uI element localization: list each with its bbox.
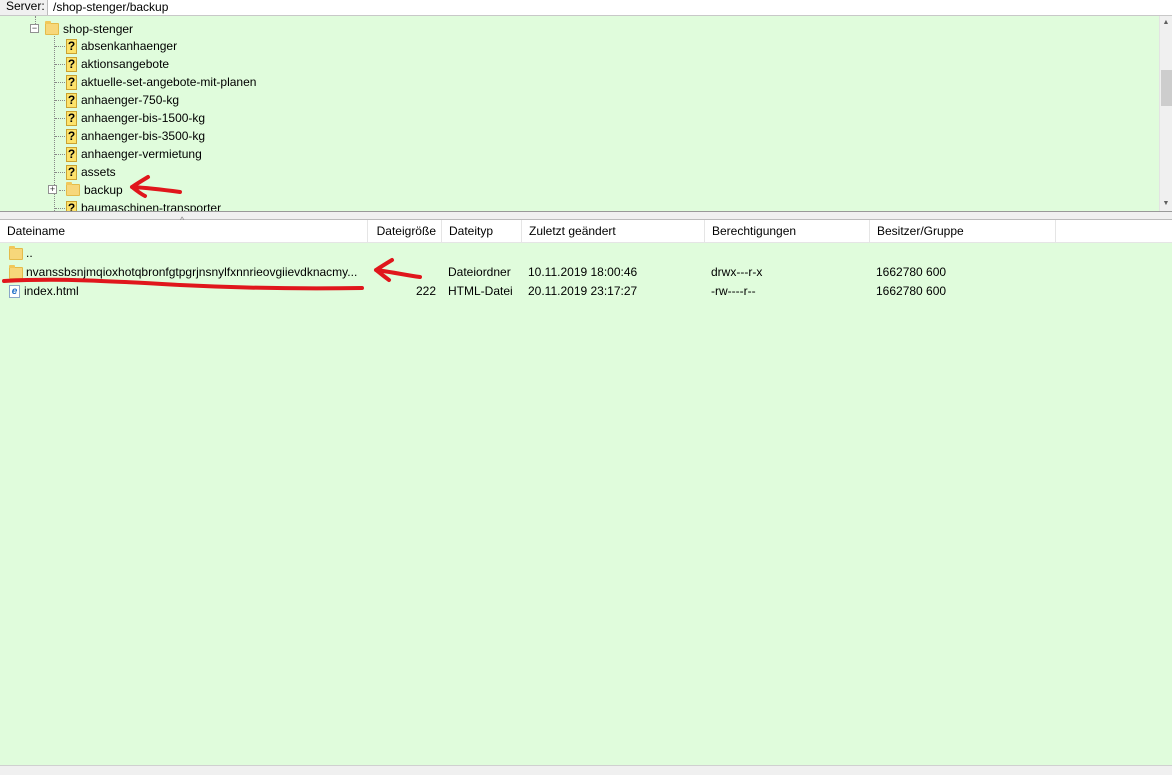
column-header-filename[interactable]: Dateiname	[0, 220, 368, 243]
tree-item-label: anhaenger-vermietung	[81, 147, 202, 161]
column-header-modified[interactable]: Zuletzt geändert	[522, 220, 705, 243]
folder-icon	[9, 264, 23, 279]
tree-item-baumaschinen-transporter[interactable]: ? baumaschinen-transporter	[66, 199, 222, 212]
folder-icon	[45, 21, 59, 35]
column-header-filesize[interactable]: Dateigröße	[368, 220, 442, 243]
unknown-folder-icon: ?	[66, 146, 77, 162]
tree-item-absenkanhaenger[interactable]: ? absenkanhaenger	[66, 37, 177, 55]
file-row-folder[interactable]: nvanssbsnjmqioxhotqbronfgtpgrjnsnylfxnnr…	[0, 263, 1172, 282]
unknown-folder-icon: ?	[66, 92, 77, 108]
tree-item-anhaenger-750-kg[interactable]: ? anhaenger-750-kg	[66, 91, 179, 109]
unknown-folder-icon: ?	[66, 38, 77, 54]
tree-item-aktuelle-set-angebote[interactable]: ? aktuelle-set-angebote-mit-planen	[66, 73, 256, 91]
file-type: Dateiordner	[448, 265, 511, 279]
unknown-folder-icon: ?	[66, 56, 77, 72]
tree-item-label: shop-stenger	[63, 22, 134, 36]
unknown-folder-icon: ?	[66, 128, 77, 144]
unknown-folder-icon: ?	[66, 200, 77, 211]
expand-toggle-icon[interactable]: +	[48, 185, 57, 194]
tree-item-label: absenkanhaenger	[81, 39, 178, 53]
tree-item-label: backup	[84, 183, 123, 197]
remote-directory-tree: − shop-stenger ? absenkanhaenger ? aktio…	[0, 15, 1172, 212]
file-list-header: ^ Dateiname Dateigröße Dateityp Zuletzt …	[0, 215, 1172, 243]
tree-item-label: assets	[81, 165, 116, 179]
tree-item-label: aktuelle-set-angebote-mit-planen	[81, 75, 257, 89]
tree-item-label: anhaenger-750-kg	[81, 93, 180, 107]
file-permissions: drwx---r-x	[711, 265, 763, 279]
server-path-label: Server:	[0, 0, 48, 15]
tree-item-shop-stenger[interactable]: shop-stenger	[45, 20, 133, 38]
server-path-input[interactable]: /shop-stenger/backup	[49, 0, 1172, 15]
column-header-filetype[interactable]: Dateityp	[442, 220, 522, 243]
scrollbar-thumb[interactable]	[1161, 70, 1172, 106]
tree-item-anhaenger-vermietung[interactable]: ? anhaenger-vermietung	[66, 145, 202, 163]
unknown-folder-icon: ?	[66, 74, 77, 90]
folder-icon	[9, 245, 23, 260]
column-header-permissions[interactable]: Berechtigungen	[705, 220, 870, 243]
unknown-folder-icon: ?	[66, 110, 77, 126]
tree-item-aktionsangebote[interactable]: ? aktionsangebote	[66, 55, 169, 73]
file-row-parent[interactable]: ..	[0, 244, 1172, 263]
tree-item-anhaenger-bis-3500-kg[interactable]: ? anhaenger-bis-3500-kg	[66, 127, 205, 145]
tree-item-label: baumaschinen-transporter	[81, 201, 222, 212]
file-modified: 20.11.2019 23:17:27	[528, 284, 638, 298]
file-name: nvanssbsnjmqioxhotqbronfgtpgrjnsnylfxnnr…	[26, 265, 358, 279]
column-header-owner[interactable]: Besitzer/Gruppe	[870, 220, 1056, 243]
file-size	[368, 263, 436, 282]
unknown-folder-icon: ?	[66, 164, 77, 180]
file-name: index.html	[24, 284, 79, 298]
scroll-up-arrow-icon[interactable]: ▲	[1160, 16, 1172, 30]
tree-vertical-scrollbar[interactable]: ▲ ▼	[1159, 16, 1172, 211]
html-file-icon: e	[9, 285, 20, 298]
remote-file-list: ^ Dateiname Dateigröße Dateityp Zuletzt …	[0, 215, 1172, 775]
file-modified: 10.11.2019 18:00:46	[528, 265, 638, 279]
tree-item-label: aktionsangebote	[81, 57, 170, 71]
folder-icon	[66, 182, 80, 196]
tree-item-backup[interactable]: backup	[66, 181, 123, 199]
file-size: 222	[415, 284, 436, 298]
scroll-down-arrow-icon[interactable]: ▼	[1160, 197, 1172, 211]
path-bar: Server: /shop-stenger/backup	[0, 0, 1172, 15]
file-owner: 1662780 600	[876, 265, 947, 279]
tree-item-anhaenger-bis-1500-kg[interactable]: ? anhaenger-bis-1500-kg	[66, 109, 205, 127]
file-owner: 1662780 600	[876, 284, 947, 298]
tree-item-label: anhaenger-bis-3500-kg	[81, 129, 206, 143]
file-row-index-html[interactable]: e index.html 222 HTML-Datei 20.11.2019 2…	[0, 282, 1172, 301]
file-name: ..	[26, 246, 33, 260]
tree-item-assets[interactable]: ? assets	[66, 163, 116, 181]
tree-item-label: anhaenger-bis-1500-kg	[81, 111, 206, 125]
file-type: HTML-Datei	[448, 284, 513, 298]
file-permissions: -rw----r--	[711, 284, 756, 298]
collapse-toggle-icon[interactable]: −	[30, 24, 39, 33]
